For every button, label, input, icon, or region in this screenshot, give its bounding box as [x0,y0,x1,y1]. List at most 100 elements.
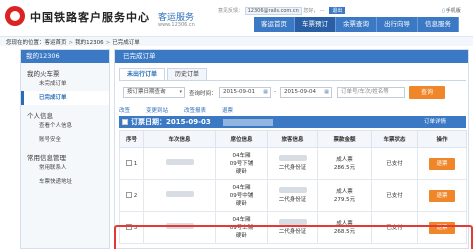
order-op-link[interactable]: 改签报表 [184,106,206,114]
feedback-label: 意见反馈： [218,8,244,14]
order-detail-link[interactable]: 订单详情 [424,116,446,128]
query-type-value: 按订票日期查询 [127,89,166,95]
masked-train-info [165,159,194,165]
seat-info-cell: 04车厢 09号下铺 硬卧 [215,147,268,180]
nav-item-4[interactable]: 出行向导 [377,17,418,32]
logout-button[interactable]: 退出 [329,7,346,14]
nav-item-3[interactable]: 余票查询 [336,17,377,32]
sidebar-item[interactable]: 未完成订单 [21,77,109,91]
column-header: 序号 [119,130,144,148]
action-cell: 退票 [417,147,467,180]
order-date-prefix: 订票日期： [131,118,166,126]
user-bar: 意见反馈： 12306@rails.com.cn 您好， ··· 退出 [218,7,346,15]
action-cell: 退票 [417,179,467,212]
main-nav: 客运首页 车票预订 余票查询 出行向导 信息服务 [254,17,459,32]
row-number-cell: 1 [119,147,144,180]
sidebar: 我的12306 我的火车票 未完成订单 已完成订单 个人信息 查看个人信息 账号安全 常用信… [20,49,110,249]
tab-divider [119,80,466,81]
tab-2[interactable]: 历史订单 [167,68,208,80]
breadcrumb-item[interactable]: 客运首页 [45,40,67,46]
id-type: 二代身份证 [278,197,307,203]
column-header: 车次信息 [143,130,216,148]
row-number: 2 [133,192,138,199]
table-header-row: 序号 车次信息 席位信息 旅客信息 票款金额 车票状态 操作 [119,130,467,148]
tab-1[interactable]: 未出行订单 [119,68,166,80]
masked-passenger-name [278,187,307,193]
row-number: 1 [133,160,138,167]
breadcrumb-item: 已完成订单 [112,40,140,46]
date-to-input[interactable]: 2015-09-04 [280,87,332,98]
nav-item-1[interactable]: 客运首页 [254,17,295,32]
sidebar-item[interactable]: 已完成订单 [21,91,109,105]
breadcrumb-separator: > [68,40,74,46]
seat-info-cell: 04车厢 09号中铺 硬卧 [215,179,268,212]
row-number-cell: 2 [119,179,144,212]
order-tabs: 未出行订单 历史订单 [119,68,209,80]
table-row: 1 04车厢 09号下铺 硬卧 二代身份证 成人票 286.5元 已支付 退票 [119,147,467,180]
passenger-cell: 二代身份证 [267,179,318,212]
sidebar-item[interactable]: 查看个人信息 [21,119,109,133]
sidebar-item[interactable]: 常用联系人 [21,161,109,175]
breadcrumb-item[interactable]: 我的12306 [75,40,104,46]
mobile-version-link[interactable]: 手机版 [442,7,461,14]
fare-cell: 成人票 286.5元 [317,147,372,180]
range-label: 查询时间： [189,91,217,97]
column-header: 旅客信息 [267,130,318,148]
order-op-link[interactable]: 退票 [222,106,233,114]
train-info-cell [143,147,216,180]
id-type: 二代身份证 [278,165,307,171]
fare-type: 成人票 [336,188,353,195]
seat-class: 硬卧 [235,168,247,175]
query-type-select[interactable]: 按订票日期查询 [123,87,185,98]
keyword-input[interactable]: 订单号/车次/姓名等 [337,87,405,98]
breadcrumb-separator: > [105,40,111,46]
keyword-placeholder: 订单号/车次/姓名等 [341,89,389,95]
column-header: 车票状态 [371,130,418,148]
sidebar-item[interactable]: 车票快递地址 [21,175,109,189]
sidebar-group-title: 个人信息 [27,112,53,120]
row-checkbox[interactable] [125,192,132,198]
order-checkbox[interactable] [122,119,128,125]
order-header: 订票日期：2015-09-03 订单详情 [119,116,466,128]
order-op-link[interactable]: 改签 [119,106,130,114]
date-to-value: 2015-09-04 [284,89,316,95]
fare-cell: 成人票 279.5元 [317,179,372,212]
column-header: 席位信息 [215,130,268,148]
masked-train-info [165,191,194,197]
breadcrumb-prefix: 您现在的位置： [6,40,45,46]
seat-berth: 09号中铺 [229,192,254,199]
seat-class: 硬卧 [235,200,247,207]
nav-item-2[interactable]: 车票预订 [295,17,336,32]
sidebar-title: 我的12306 [21,50,109,63]
fare-amount: 279.5元 [333,196,356,203]
date-range-dash: - [274,89,276,95]
header: 中国铁路客户服务中心 客运服务 www.12306.cn 意见反馈： 12306… [0,0,473,34]
query-button[interactable]: 查询 [409,86,445,99]
order-operations: 改签 变更到站 改签报表 退票 [119,106,249,114]
ticket-status: 已支付 [371,179,418,212]
order-date: 订票日期：2015-09-03 [131,116,211,128]
sidebar-group-title: 常用信息管理 [27,154,66,162]
masked-order-number [223,119,273,126]
panel-title: 已完成订单 [115,50,468,63]
column-header: 操作 [417,130,467,148]
feedback-email[interactable]: 12306@rails.com.cn [244,7,302,15]
date-from-input[interactable]: 2015-09-01 [219,87,271,98]
railway-logo [5,6,25,26]
seat-car: 04车厢 [232,216,251,223]
nav-item-5[interactable]: 信息服务 [418,17,459,32]
seat-car: 04车厢 [232,152,251,159]
passenger-cell: 二代身份证 [267,147,318,180]
breadcrumb: 您现在的位置：客运首页 > 我的12306 > 已完成订单 [6,38,140,46]
refund-button[interactable]: 退票 [429,189,455,202]
date-from-value: 2015-09-01 [223,89,255,95]
refund-button[interactable]: 退票 [429,157,455,170]
column-header: 票款金额 [317,130,372,148]
row-checkbox[interactable] [125,160,132,166]
orders-panel: 已完成订单 未出行订单历史订单 按订票日期查询 查询时间： 2015-09-01… [114,49,469,249]
sidebar-item[interactable]: 账号安全 [21,133,109,147]
highlight-box [114,225,473,249]
brand-title: 中国铁路客户服务中心 [30,11,150,24]
brand-url: www.12306.cn [158,22,195,28]
order-op-link[interactable]: 变更到站 [146,106,168,114]
